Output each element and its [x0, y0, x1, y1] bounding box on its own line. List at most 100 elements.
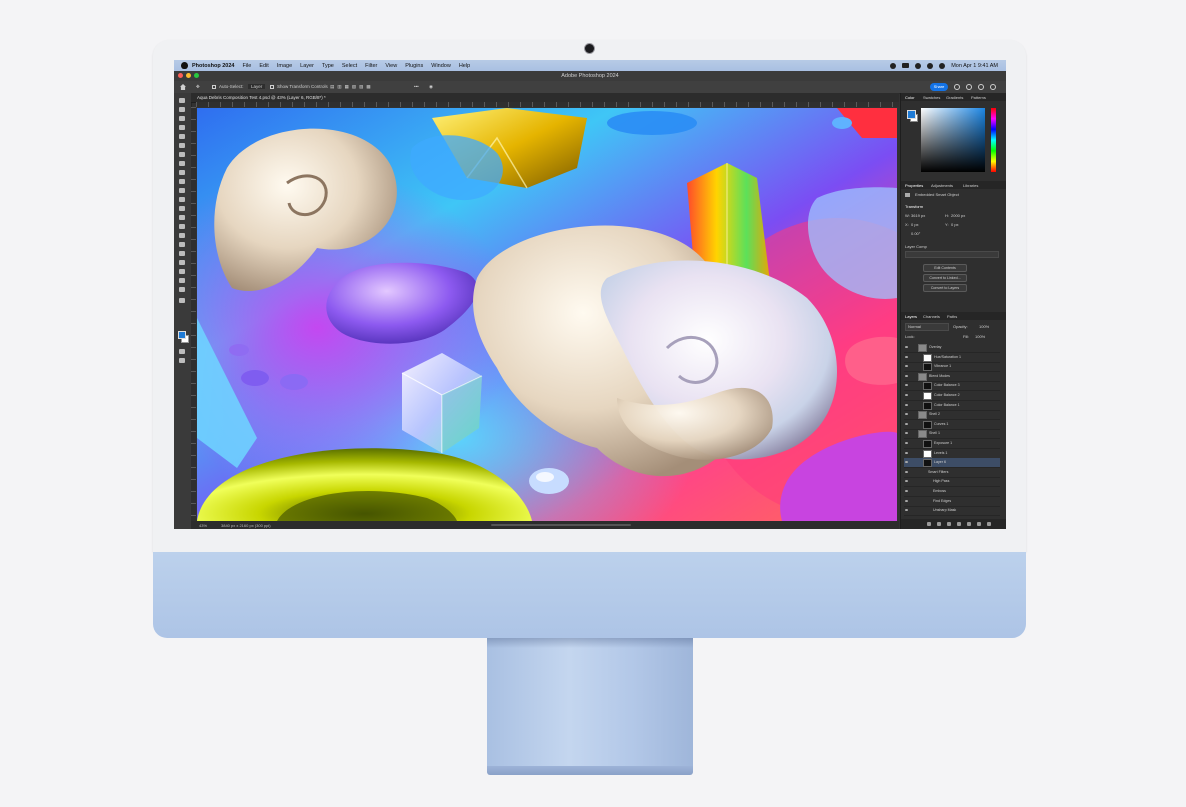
layer-row[interactable]: Exposure 1 [904, 439, 1000, 449]
convert-to-layers-button[interactable]: Convert to Layers [923, 284, 967, 292]
menu-edit[interactable]: Edit [259, 63, 268, 69]
eraser-tool[interactable] [179, 206, 185, 211]
show-transform-checkbox[interactable] [270, 85, 274, 89]
x-value[interactable]: 0 px [911, 222, 919, 227]
eye-icon[interactable] [905, 422, 908, 425]
eye-icon[interactable] [905, 490, 908, 492]
eye-icon[interactable] [905, 451, 908, 454]
workspace-icon[interactable] [990, 84, 996, 90]
eye-icon[interactable] [905, 413, 908, 416]
layer-row[interactable]: Smart Filters [904, 468, 1000, 478]
control-center-icon[interactable] [939, 62, 946, 69]
wifi-icon[interactable] [915, 62, 922, 69]
h-value[interactable]: 2000 px [951, 213, 965, 218]
angle-value[interactable]: 0.00° [911, 231, 920, 236]
tab-paths[interactable]: Paths [947, 314, 957, 319]
tab-patterns[interactable]: Patterns [971, 95, 986, 100]
layer-group-row[interactable]: Shell 2 [904, 410, 1000, 421]
layer-row[interactable]: Curves 1 [904, 420, 1000, 430]
screen-mode-tool[interactable] [179, 358, 185, 363]
menubar-clock[interactable]: Mon Apr 1 9:41 AM [951, 63, 998, 69]
eye-icon[interactable] [905, 365, 908, 368]
y-value[interactable]: 0 px [951, 222, 959, 227]
menu-plugins[interactable]: Plugins [405, 63, 423, 69]
document-info[interactable]: 3840 px x 2160 px (300 ppi) [221, 523, 271, 528]
tab-channels[interactable]: Channels [923, 314, 940, 319]
dodge-tool[interactable] [179, 233, 185, 238]
tab-gradients[interactable]: Gradients [946, 95, 963, 100]
layer-row[interactable]: Hue/Saturation 1 [904, 353, 1000, 363]
adjustment-icon[interactable] [957, 522, 961, 526]
gradient-tool[interactable] [179, 215, 185, 220]
layer-row[interactable]: Vibrance 1 [904, 362, 1000, 373]
menu-view[interactable]: View [385, 63, 397, 69]
eye-icon[interactable] [905, 499, 908, 502]
healing-tool[interactable] [179, 170, 185, 175]
help-icon[interactable] [978, 84, 984, 90]
marquee-tool[interactable] [179, 116, 185, 121]
tab-adjustments[interactable]: Adjustments [931, 183, 953, 188]
apple-icon[interactable] [181, 62, 188, 69]
layer-row[interactable]: High Pass [904, 477, 1000, 488]
history-brush-tool[interactable] [179, 197, 185, 202]
layer-row[interactable]: Layer 6 [904, 458, 1000, 469]
mask-icon[interactable] [947, 522, 951, 526]
more-tools[interactable] [179, 298, 185, 303]
eye-icon[interactable] [905, 355, 908, 358]
group-icon[interactable] [967, 522, 971, 526]
menu-app-name[interactable]: Photoshop 2024 [192, 63, 234, 69]
link-layers-icon[interactable] [927, 522, 931, 526]
auto-select-checkbox[interactable] [212, 85, 216, 89]
align-icons[interactable]: ▤▥▦▧▨▩ [330, 84, 374, 90]
eye-icon[interactable] [905, 432, 908, 435]
hand-tool[interactable] [179, 278, 185, 283]
object-select-tool[interactable] [179, 134, 185, 139]
layer-row[interactable]: Color Balance 3 [904, 381, 1000, 392]
search-panel-icon[interactable] [966, 84, 972, 90]
layer-row[interactable]: Find Edges [904, 497, 1000, 507]
document-canvas[interactable] [197, 108, 897, 521]
opacity-value[interactable]: 100% [979, 324, 989, 329]
eye-icon[interactable] [905, 403, 908, 406]
layer-comp-dropdown[interactable] [905, 251, 999, 258]
path-select-tool[interactable] [179, 260, 185, 265]
pen-tool[interactable] [179, 242, 185, 247]
horizontal-scrollbar[interactable] [491, 524, 631, 526]
color-field[interactable] [921, 108, 985, 172]
eye-icon[interactable] [905, 442, 908, 444]
3d-mode-icon[interactable]: ◉ [429, 84, 433, 90]
edit-contents-button[interactable]: Edit Contents [923, 264, 967, 272]
tab-swatches[interactable]: Swatches [923, 95, 940, 100]
fill-value[interactable]: 100% [975, 334, 985, 339]
share-button[interactable]: Share [930, 83, 948, 91]
hue-slider[interactable] [991, 108, 996, 172]
convert-to-linked-button[interactable]: Convert to Linked... [923, 274, 967, 282]
layer-row[interactable]: Emboss [904, 487, 1000, 497]
target-dropdown[interactable]: Layer [248, 84, 266, 89]
home-icon[interactable] [180, 84, 186, 90]
eye-icon[interactable] [905, 384, 908, 387]
eye-icon[interactable] [905, 480, 908, 483]
zoom-tool[interactable] [179, 287, 185, 292]
control-icon[interactable] [890, 62, 897, 69]
tab-layers[interactable]: Layers [905, 314, 917, 319]
lasso-tool[interactable] [179, 125, 185, 130]
menu-image[interactable]: Image [277, 63, 292, 69]
menu-layer[interactable]: Layer [300, 63, 314, 69]
stamp-tool[interactable] [179, 188, 185, 193]
menu-select[interactable]: Select [342, 63, 357, 69]
eye-icon[interactable] [905, 470, 908, 473]
layer-row[interactable]: Color Balance 1 [904, 401, 1000, 411]
eyedropper-tool[interactable] [179, 161, 185, 166]
menu-filter[interactable]: Filter [365, 63, 377, 69]
eye-icon[interactable] [905, 461, 908, 464]
more-options-icon[interactable]: ••• [414, 84, 419, 89]
menu-window[interactable]: Window [431, 63, 451, 69]
tab-properties[interactable]: Properties [905, 183, 923, 188]
move-tool[interactable] [179, 98, 185, 103]
layer-group-row[interactable]: Blend Modes [904, 372, 1000, 382]
menu-type[interactable]: Type [322, 63, 334, 69]
shape-tool[interactable] [179, 269, 185, 274]
fx-icon[interactable] [937, 522, 941, 526]
layer-row[interactable]: Levels 1 [904, 449, 1000, 459]
